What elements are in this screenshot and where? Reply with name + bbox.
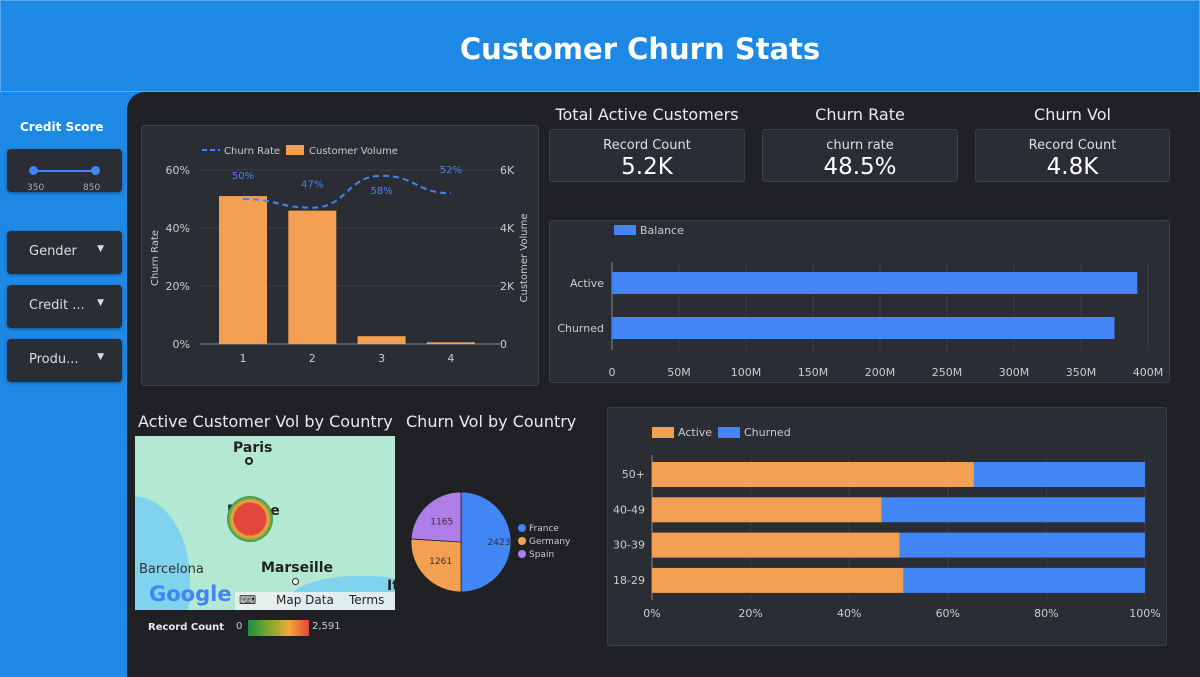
pie-data-label: 1165 (430, 518, 453, 528)
x-tick-label: 40% (837, 607, 861, 620)
bar-balance (612, 317, 1115, 339)
bar-customer-volume (219, 196, 267, 344)
data-label: 52% (440, 165, 462, 176)
legend-label: Customer Volume (309, 146, 398, 157)
bar-churned (881, 497, 1145, 523)
y2-axis-title: Customer Volume (519, 214, 530, 303)
legend-swatch-customer-volume (286, 145, 304, 155)
pie-data-label: 1261 (429, 557, 452, 567)
bar-active (652, 497, 882, 523)
line-churn-rate (242, 174, 451, 209)
y2-tick-label: 0 (500, 338, 507, 351)
legend-label: Churned (744, 426, 791, 439)
legend-swatch (518, 524, 526, 532)
y-tick-label: 20% (166, 280, 190, 293)
legend-label: Churn Rate (224, 146, 280, 157)
map-label-barcelona: Barcelona (139, 562, 204, 577)
x-tick-label: 1 (240, 352, 247, 365)
legend-label: Active (678, 426, 712, 439)
y2-tick-label: 6K (500, 164, 515, 177)
x-tick-label: 80% (1034, 607, 1058, 620)
x-tick-label: 0 (609, 366, 616, 379)
bar-churned (899, 532, 1145, 558)
legend-swatch-churned (718, 427, 740, 438)
x-tick-label: 200M (865, 366, 896, 379)
data-label: 50% (232, 171, 254, 182)
x-tick-label: 4 (447, 352, 454, 365)
y-tick-label: 40% (166, 222, 190, 235)
x-tick-label: 50M (667, 366, 691, 379)
legend-swatch-active (652, 427, 674, 438)
data-label: 47% (301, 180, 323, 191)
y-tick-label: 60% (166, 164, 190, 177)
x-tick-label: 0% (643, 607, 660, 620)
pie-data-label: 2423 (488, 538, 511, 548)
bar-customer-volume (357, 336, 406, 344)
x-tick-label: 2 (309, 352, 316, 365)
x-tick-label: 3 (378, 352, 385, 365)
y-axis-title: Churn Rate (150, 230, 161, 286)
x-tick-label: 300M (999, 366, 1030, 379)
x-tick-label: 350M (1066, 366, 1097, 379)
bar-active (652, 462, 974, 487)
x-tick-label: 100M (731, 366, 762, 379)
y-tick-label: 50+ (622, 468, 645, 481)
data-label: 58% (370, 186, 392, 197)
x-tick-label: 250M (932, 366, 963, 379)
x-tick-label: 150M (798, 366, 829, 379)
y-tick-label: 30-39 (613, 539, 645, 552)
bar-balance (612, 272, 1138, 294)
y-tick-label: 0% (173, 338, 190, 351)
legend-swatch (518, 537, 526, 545)
y-tick-label: 40-49 (613, 503, 645, 516)
legend-swatch (518, 550, 526, 558)
x-tick-label: 400M (1133, 366, 1164, 379)
legend-label: Germany (529, 537, 571, 547)
legend-label: France (529, 524, 559, 534)
bar-churned (973, 462, 1145, 487)
bar-customer-volume (426, 342, 475, 344)
y-tick-label: Churned (557, 322, 604, 335)
y-tick-label: Active (570, 277, 604, 290)
bar-churned (903, 567, 1145, 593)
legend-label: Spain (529, 550, 554, 560)
y2-tick-label: 2K (500, 280, 515, 293)
bar-customer-volume (288, 210, 337, 344)
x-tick-label: 20% (738, 607, 762, 620)
bar-active (652, 532, 900, 558)
legend-swatch-balance (614, 225, 636, 235)
legend-label: Balance (640, 224, 684, 237)
bar-active (652, 567, 904, 593)
y2-tick-label: 4K (500, 222, 515, 235)
x-tick-label: 100% (1129, 607, 1160, 620)
x-tick-label: 60% (936, 607, 960, 620)
y-tick-label: 18-29 (613, 574, 645, 587)
